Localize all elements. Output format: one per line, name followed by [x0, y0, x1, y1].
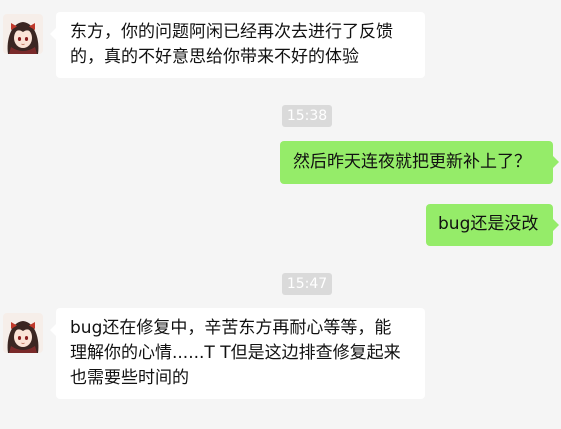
- timestamp: 15:47: [282, 273, 332, 295]
- message-bubble-incoming[interactable]: 东方，你的问题阿闲已经再次去进行了反馈 的，真的不好意思给你带来不好的体验: [50, 12, 425, 78]
- timestamp: 15:38: [282, 105, 332, 127]
- message-bubble-incoming[interactable]: bug还在修复中，辛苦东方再耐心等等，能 理解你的心情......T T但是这边…: [50, 308, 425, 399]
- message-text-line: 然后昨天连夜就把更新补上了？: [293, 152, 531, 172]
- message-text-line: 的，真的不好意思给你带来不好的体验: [70, 47, 359, 67]
- contact-avatar[interactable]: [3, 14, 43, 54]
- message-bubble-outgoing[interactable]: 然后昨天连夜就把更新补上了？: [280, 141, 559, 184]
- message-text-line: bug还在修复中，辛苦东方再耐心等等，能: [70, 318, 392, 338]
- message-bubble-outgoing[interactable]: bug还是没改: [426, 204, 559, 246]
- message-text-line: 理解你的心情......T T但是这边排查修复起来: [70, 343, 401, 363]
- anime-girl-avatar-icon: [3, 313, 43, 353]
- anime-girl-avatar-icon: [3, 14, 43, 54]
- message-text-line: 也需要些时间的: [70, 368, 189, 388]
- contact-avatar[interactable]: [3, 313, 43, 353]
- message-text-line: bug还是没改: [438, 214, 539, 234]
- message-text-line: 东方，你的问题阿闲已经再次去进行了反馈: [70, 22, 393, 42]
- chat-message-area[interactable]: 东方，你的问题阿闲已经再次去进行了反馈 的，真的不好意思给你带来不好的体验 15…: [0, 0, 561, 429]
